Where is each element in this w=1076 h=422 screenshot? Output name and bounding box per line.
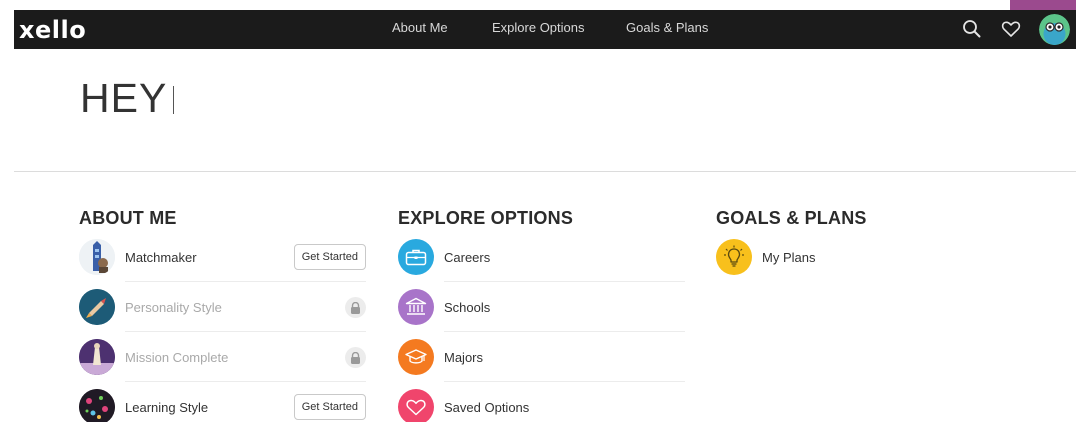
xello-logo[interactable]: xello — [19, 16, 86, 44]
item-label: Learning Style — [125, 399, 209, 415]
nav-about-me[interactable]: About Me — [392, 20, 448, 35]
item-label: Personality Style — [125, 299, 222, 315]
about-me-section: ABOUT ME Matchmaker Get Started Personal… — [79, 208, 366, 422]
explore-options-heading: EXPLORE OPTIONS — [398, 208, 574, 228]
list-item-personality-style[interactable]: Personality Style — [79, 282, 366, 332]
about-me-heading: ABOUT ME — [79, 208, 177, 228]
list-item-majors[interactable]: Majors — [398, 332, 685, 382]
goals-plans-section: GOALS & PLANS My Plans — [716, 208, 1003, 422]
heart-icon — [398, 389, 434, 422]
heart-icon[interactable] — [1000, 18, 1022, 40]
nav-explore-options[interactable]: Explore Options — [492, 20, 585, 35]
lock-icon — [345, 297, 366, 318]
get-started-button[interactable]: Get Started — [293, 244, 366, 270]
page-greeting: HEY — [80, 75, 168, 121]
search-icon[interactable] — [961, 18, 983, 40]
avatar[interactable] — [1039, 14, 1070, 45]
learning-style-icon — [79, 389, 115, 422]
item-label: My Plans — [762, 249, 816, 265]
school-building-icon — [398, 289, 434, 325]
list-item-careers[interactable]: Careers — [398, 232, 685, 282]
list-item-schools[interactable]: Schools — [398, 282, 685, 332]
list-item-mission-complete[interactable]: Mission Complete — [79, 332, 366, 382]
item-label: Matchmaker — [125, 249, 197, 265]
item-label: Mission Complete — [125, 349, 229, 365]
top-navbar: xello About Me Explore Options Goals & P… — [14, 10, 1076, 49]
corner-tab — [1010, 0, 1076, 10]
list-item-saved-options[interactable]: Saved Options — [398, 382, 685, 422]
mission-icon — [79, 339, 115, 375]
nav-goals-plans[interactable]: Goals & Plans — [626, 20, 708, 35]
lightbulb-icon — [716, 239, 752, 275]
list-item-my-plans[interactable]: My Plans — [716, 232, 1003, 282]
item-label: Schools — [444, 299, 491, 315]
get-started-button[interactable]: Get Started — [293, 394, 366, 420]
rocket-icon — [79, 289, 115, 325]
section-divider — [14, 171, 1076, 172]
list-item-matchmaker[interactable]: Matchmaker Get Started — [79, 232, 366, 282]
goals-plans-heading: GOALS & PLANS — [716, 208, 867, 228]
item-label: Majors — [444, 349, 484, 365]
list-item-learning-style[interactable]: Learning Style Get Started — [79, 382, 366, 422]
text-cursor — [173, 86, 174, 114]
briefcase-icon — [398, 239, 434, 275]
item-label: Careers — [444, 249, 491, 265]
explore-options-section: EXPLORE OPTIONS Careers Schools Majors S… — [398, 208, 685, 422]
matchmaker-icon — [79, 239, 115, 275]
lock-icon — [345, 347, 366, 368]
graduation-cap-icon — [398, 339, 434, 375]
item-label: Saved Options — [444, 399, 530, 415]
